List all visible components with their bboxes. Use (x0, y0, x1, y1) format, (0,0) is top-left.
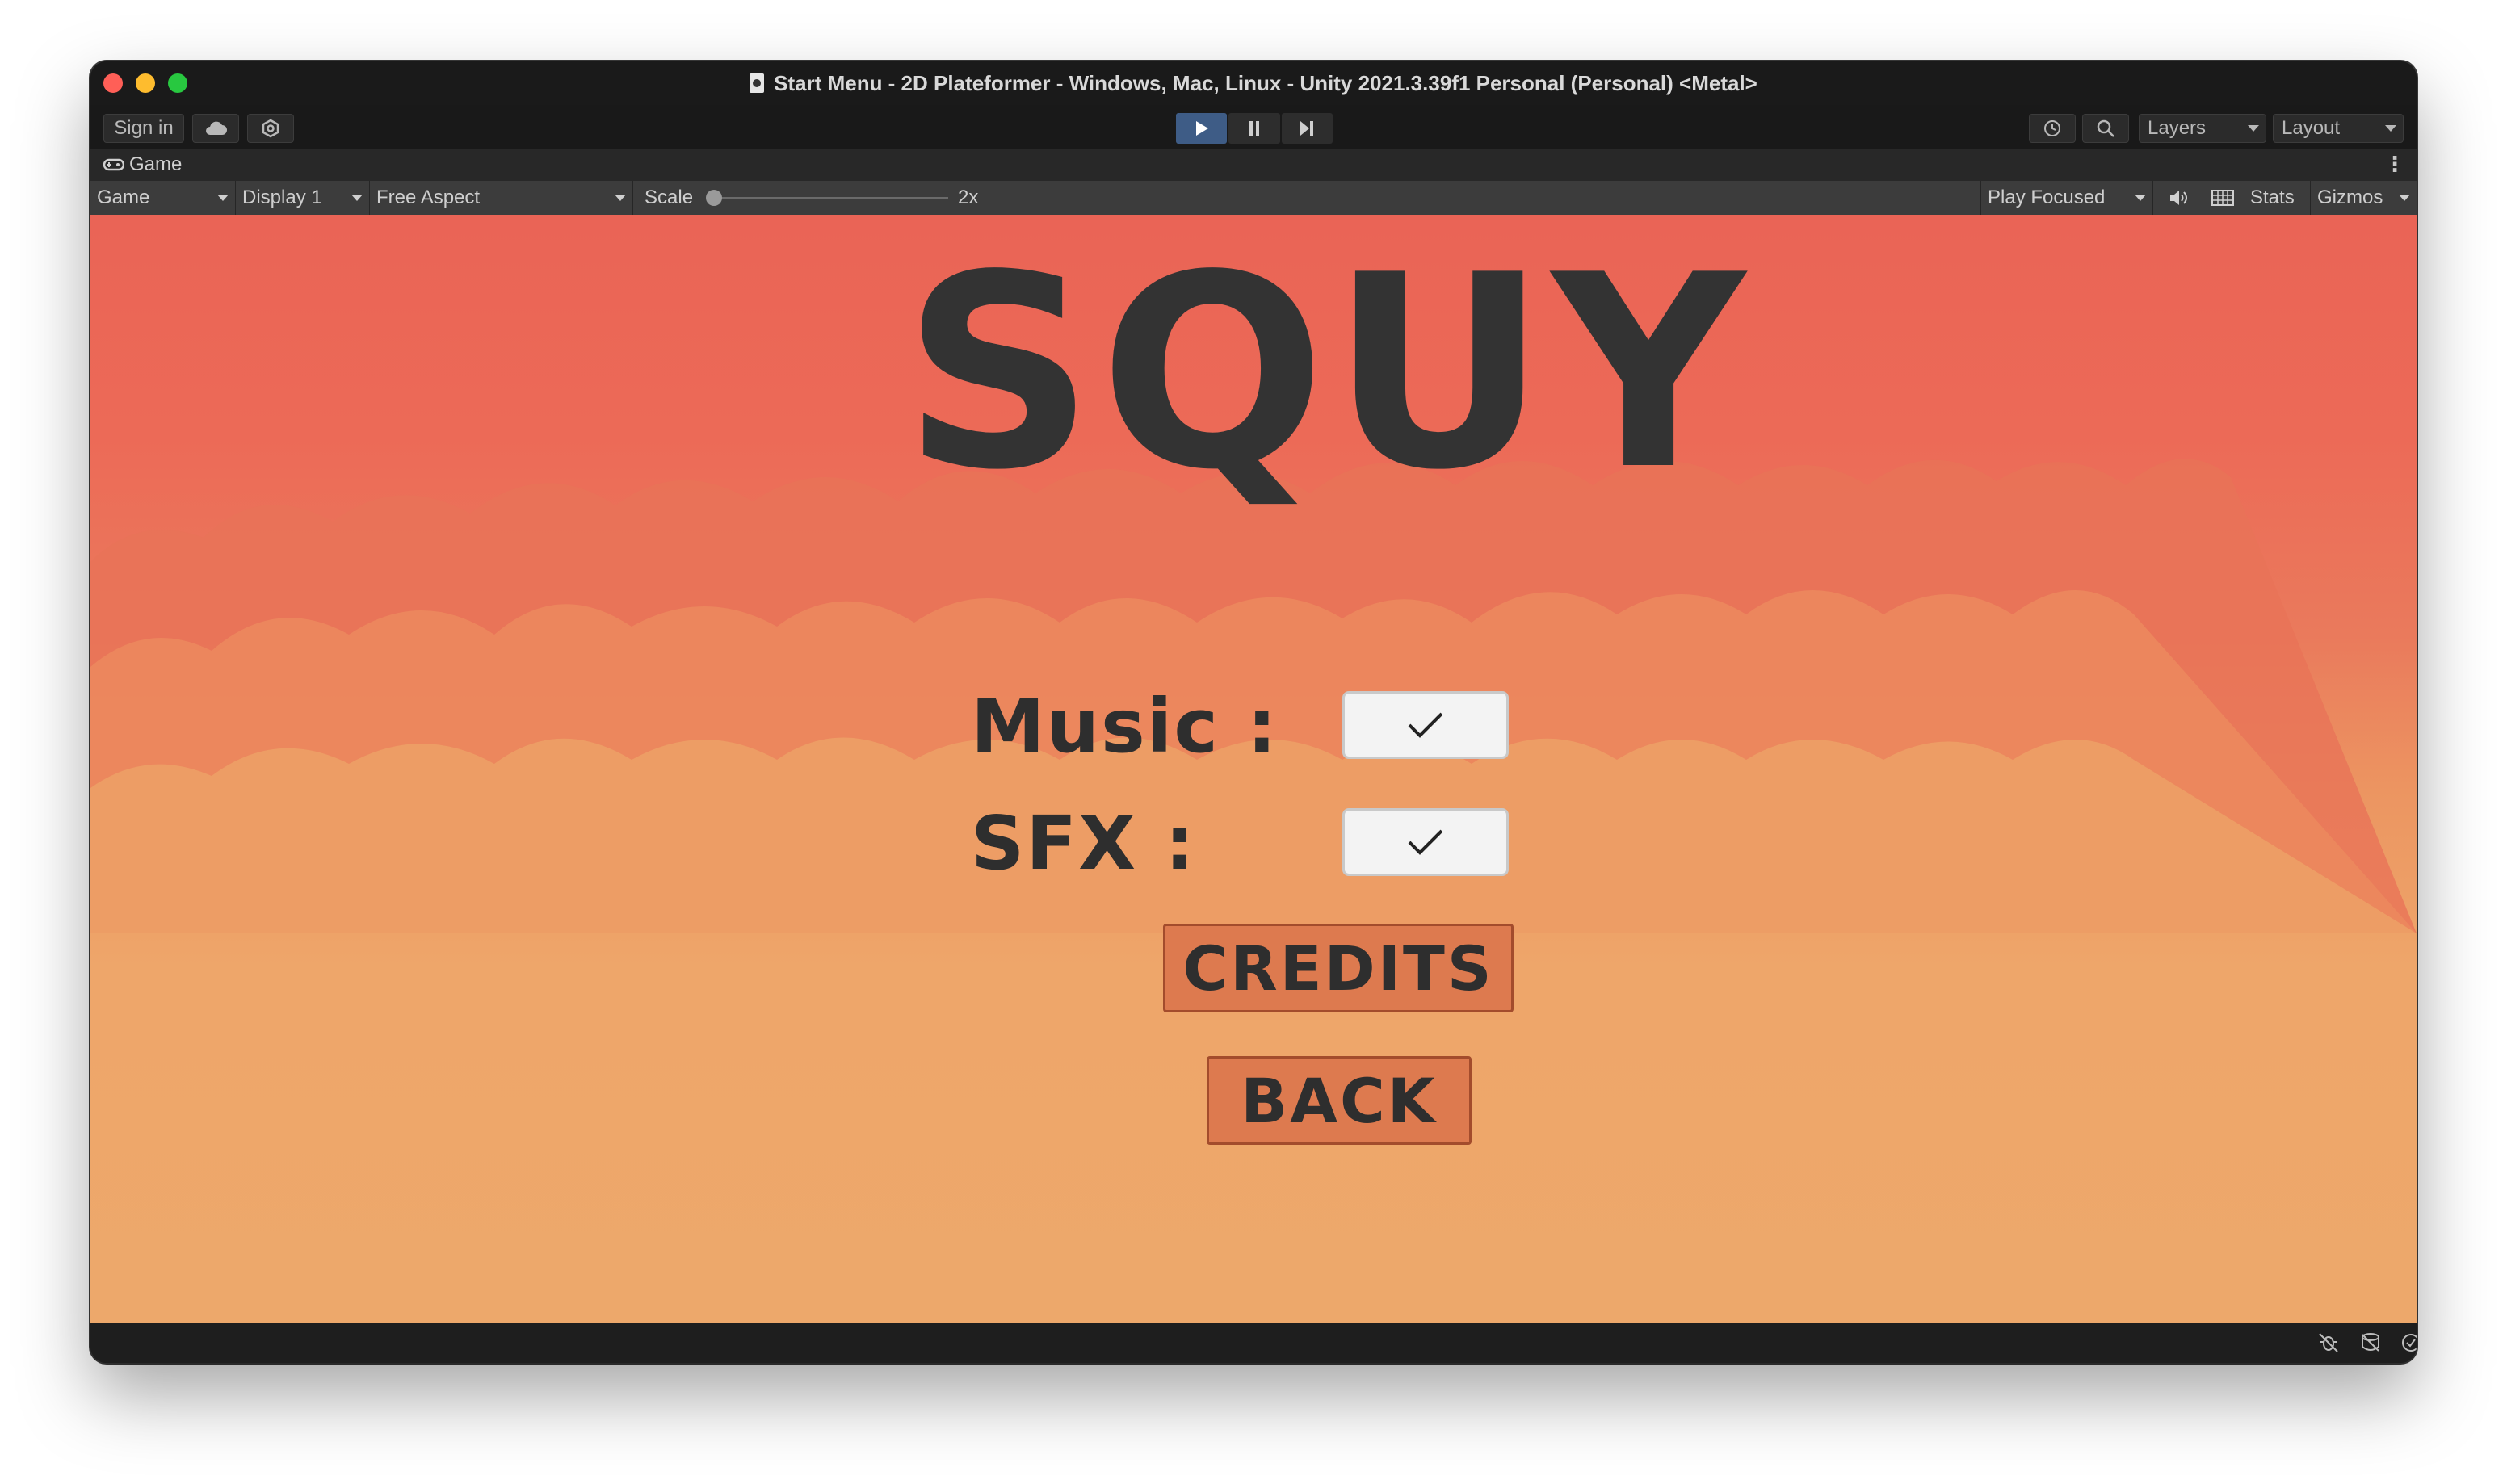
chevron-down-icon (2399, 195, 2410, 201)
step-icon (1300, 121, 1314, 136)
undo-history-button[interactable] (2029, 114, 2076, 143)
music-checkbox[interactable] (1342, 691, 1509, 759)
game-logo: SQUY (842, 218, 1811, 528)
view-type-dropdown[interactable]: Game (90, 181, 236, 215)
display-dropdown[interactable]: Display 1 (236, 181, 370, 215)
gizmos-label: Gizmos (2317, 187, 2383, 208)
keyboard-grid-icon (2211, 190, 2234, 206)
logo-text: SQUY (902, 263, 1749, 522)
game-viewport[interactable]: SQUY Music : SFX : CREDITS BACK (90, 215, 2417, 1323)
game-tab-bar: Game ⋮ (90, 149, 2417, 181)
back-button[interactable]: BACK (1207, 1056, 1472, 1145)
tab-game[interactable]: Game (103, 149, 182, 181)
game-tab-label: Game (129, 153, 183, 175)
music-label: Music : (971, 683, 1279, 769)
view-type-label: Game (97, 187, 150, 208)
scale-value: 2x (958, 187, 979, 208)
sfx-label: SFX : (971, 800, 1196, 887)
layers-label: Layers (2148, 117, 2207, 139)
chevron-down-icon (351, 195, 363, 201)
progress-check-icon[interactable] (2399, 1331, 2417, 1355)
scale-slider-track[interactable] (712, 197, 948, 199)
pause-icon (1249, 121, 1259, 136)
sfx-checkbox[interactable] (1342, 808, 1509, 876)
window-title-container: Start Menu - 2D Plateformer - Windows, M… (90, 61, 2417, 105)
window-title: Start Menu - 2D Plateformer - Windows, M… (774, 70, 1757, 95)
scale-label: Scale (645, 187, 694, 208)
scene-document-icon (750, 73, 765, 93)
credits-button[interactable]: CREDITS (1163, 924, 1514, 1012)
play-controls (1176, 113, 1333, 144)
title-bar: Start Menu - 2D Plateformer - Windows, M… (90, 61, 2417, 106)
shortcut-grid-button[interactable] (2203, 181, 2242, 215)
chevron-down-icon (217, 195, 229, 201)
history-icon (2044, 120, 2060, 136)
services-settings-button[interactable] (247, 114, 294, 143)
stats-toggle[interactable]: Stats (2250, 181, 2295, 215)
more-options-icon[interactable]: ⋮ (2384, 152, 2405, 177)
search-button[interactable] (2082, 114, 2129, 143)
checkmark-icon (1408, 829, 1443, 855)
sign-in-button[interactable]: Sign in (103, 114, 184, 143)
layers-dropdown[interactable]: Layers (2139, 114, 2266, 143)
debug-bug-icon[interactable] (2316, 1331, 2341, 1355)
status-bar (90, 1323, 2417, 1363)
chevron-down-icon (2135, 195, 2146, 201)
play-mode-dropdown[interactable]: Play Focused (1980, 181, 2153, 215)
play-icon (1195, 121, 1208, 136)
step-button[interactable] (1281, 113, 1333, 144)
cache-server-icon[interactable] (2358, 1331, 2383, 1355)
display-label: Display 1 (242, 187, 322, 208)
speaker-icon (2170, 191, 2187, 205)
play-button[interactable] (1176, 113, 1228, 144)
chevron-down-icon (2385, 125, 2396, 132)
game-view-toolbar: Game Display 1 Free Aspect Scale 2x Play… (90, 181, 2417, 216)
chevron-down-icon (615, 195, 626, 201)
aspect-label: Free Aspect (376, 187, 481, 208)
chevron-down-icon (2248, 125, 2259, 132)
play-mode-label: Play Focused (1988, 187, 2106, 208)
gamepad-icon (103, 158, 124, 171)
cloud-icon (206, 121, 227, 135)
scale-slider-handle[interactable] (706, 190, 722, 206)
checkmark-icon (1408, 712, 1443, 738)
settings-icon (262, 119, 279, 138)
unity-editor-window: Start Menu - 2D Plateformer - Windows, M… (90, 61, 2417, 1363)
cloud-button[interactable] (192, 114, 239, 143)
gizmos-dropdown[interactable]: Gizmos (2310, 181, 2417, 215)
aspect-dropdown[interactable]: Free Aspect (370, 181, 633, 215)
mute-audio-button[interactable] (2160, 181, 2198, 215)
pause-button[interactable] (1228, 113, 1280, 144)
layout-dropdown[interactable]: Layout (2273, 114, 2404, 143)
layout-label: Layout (2282, 117, 2341, 139)
search-icon (2097, 119, 2114, 137)
main-toolbar: Sign in Layers Layout (90, 105, 2417, 149)
